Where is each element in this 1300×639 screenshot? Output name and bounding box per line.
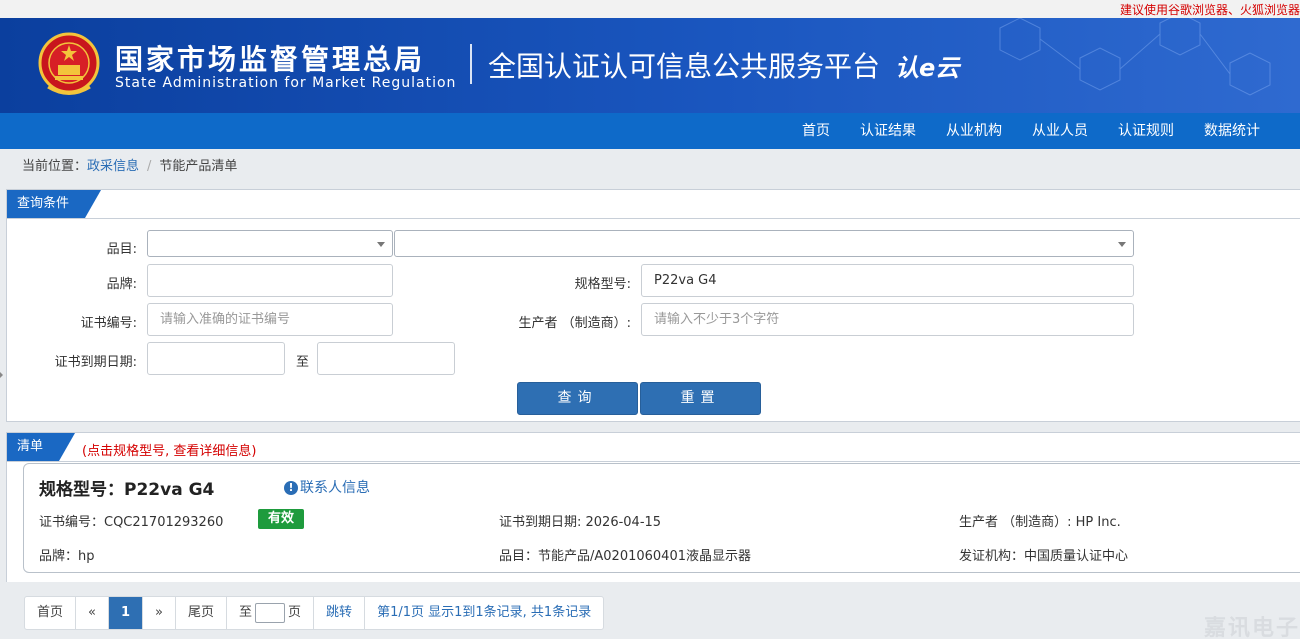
manufacturer-input[interactable]: 请输入不少于3个字符: [641, 303, 1134, 336]
org-name-cn: 国家市场监督管理总局: [115, 43, 426, 76]
pagination: 首页 « 1 » 尾页 至页 跳转 第1/1页 显示1到1条记录, 共1条记录: [24, 596, 605, 630]
query-panel-header: 查询条件: [7, 190, 1300, 219]
chevron-down-icon: [1118, 242, 1126, 247]
cert-number-input[interactable]: 请输入准确的证书编号: [147, 303, 393, 336]
result-expire-date: 证书到期日期: 2026-04-15: [499, 515, 662, 530]
category-select-level1[interactable]: [147, 230, 393, 257]
platform-title: 全国认证认可信息公共服务平台: [488, 50, 881, 83]
result-issuer: 发证机构：中国质量认证中心: [959, 549, 1129, 564]
model-input[interactable]: P22va G4: [641, 264, 1134, 297]
goto-page-input[interactable]: [255, 602, 286, 623]
contact-info-link[interactable]: ! 联系人信息: [284, 477, 370, 497]
breadcrumb-current: 节能产品清单: [159, 159, 238, 174]
org-name-en: State Administration for Market Regulati…: [115, 75, 457, 91]
pager-goto: 至页: [227, 597, 315, 629]
nav-item-statistics[interactable]: 数据统计: [1189, 113, 1275, 149]
nav-item-personnel[interactable]: 从业人员: [1017, 113, 1103, 149]
browser-notice: 建议使用谷歌浏览器、火狐浏览器: [1119, 3, 1300, 17]
result-manufacturer: 生产者 （制造商）: HP Inc.: [959, 515, 1121, 530]
pager-summary: 第1/1页 显示1到1条记录, 共1条记录: [377, 605, 592, 620]
status-badge: 有效: [258, 509, 305, 529]
list-panel-header: 清单 (点击规格型号, 查看详细信息): [7, 433, 1300, 462]
expire-date-to[interactable]: [317, 342, 455, 375]
breadcrumb-prefix: 当前位置：: [22, 159, 88, 174]
header-divider: [470, 44, 472, 84]
result-list-panel: 清单 (点击规格型号, 查看详细信息) 规格型号：P22va G4 ! 联系人信息…: [6, 432, 1300, 582]
top-notice-bar: 建议使用谷歌浏览器、火狐浏览器: [0, 0, 1300, 18]
info-icon: !: [284, 481, 298, 495]
pager-prev[interactable]: «: [76, 597, 109, 629]
result-brand: 品牌：hp: [39, 549, 95, 564]
manufacturer-label: 生产者 （制造商）:: [518, 316, 631, 331]
model-label: 规格型号:: [574, 277, 631, 292]
nav-item-institutions[interactable]: 从业机构: [931, 113, 1017, 149]
result-category: 品目：节能产品/A0201060401液晶显示器: [499, 549, 751, 564]
nav-item-home[interactable]: 首页: [787, 113, 845, 149]
category-select-level2[interactable]: [394, 230, 1134, 257]
query-panel: 查询条件 品目: 品牌: 规格型号: P22va G4 证书编号: 请输入准确的…: [6, 189, 1300, 422]
date-range-to-label: 至: [295, 355, 309, 370]
header-banner: 国家市场监督管理总局 State Administration for Mark…: [0, 18, 1300, 113]
pager-first[interactable]: 首页: [25, 597, 77, 629]
expire-date-label: 证书到期日期:: [54, 355, 137, 370]
watermark-text: 嘉讯电子: [1203, 616, 1300, 639]
list-tab-label: 清单: [7, 433, 75, 461]
pager-jump-button[interactable]: 跳转: [314, 597, 366, 629]
main-nav: 首页 认证结果 从业机构 从业人员 认证规则 数据统计: [0, 113, 1300, 149]
pager-last[interactable]: 尾页: [176, 597, 228, 629]
goto-suffix: 页: [288, 605, 302, 620]
search-button[interactable]: 查询: [517, 382, 638, 415]
brand-label: 品牌:: [106, 277, 137, 292]
result-card: 规格型号：P22va G4 ! 联系人信息 证书编号：CQC21701293260…: [23, 463, 1300, 573]
query-tab-label: 查询条件: [7, 190, 101, 218]
hexagon-pattern-decoration: [999, 18, 1271, 96]
breadcrumb-link-procurement[interactable]: 政采信息: [87, 159, 139, 174]
edge-arrow-icon: [0, 372, 3, 378]
national-emblem-icon: [38, 32, 100, 95]
expire-date-from[interactable]: [147, 342, 285, 375]
category-label: 品目:: [106, 242, 137, 257]
nav-item-cert-rules[interactable]: 认证规则: [1103, 113, 1189, 149]
brand-input[interactable]: [147, 264, 393, 297]
reset-button[interactable]: 重置: [640, 382, 761, 415]
nav-item-cert-results[interactable]: 认证结果: [845, 113, 931, 149]
chevron-down-icon: [377, 242, 385, 247]
list-hint: (点击规格型号, 查看详细信息): [82, 444, 257, 459]
contact-info-label: 联系人信息: [300, 480, 370, 496]
result-model-title[interactable]: 规格型号：P22va G4: [39, 475, 214, 500]
cert-number-label: 证书编号:: [80, 316, 137, 331]
result-cert-number: 证书编号：CQC21701293260: [39, 515, 224, 530]
breadcrumb: 当前位置：政采信息 / 节能产品清单: [0, 149, 1300, 189]
goto-prefix: 至: [239, 605, 253, 620]
breadcrumb-separator: /: [147, 159, 152, 174]
platform-logo: 认e云: [895, 54, 960, 82]
pager-next[interactable]: »: [143, 597, 176, 629]
pager-page-1[interactable]: 1: [108, 597, 144, 629]
